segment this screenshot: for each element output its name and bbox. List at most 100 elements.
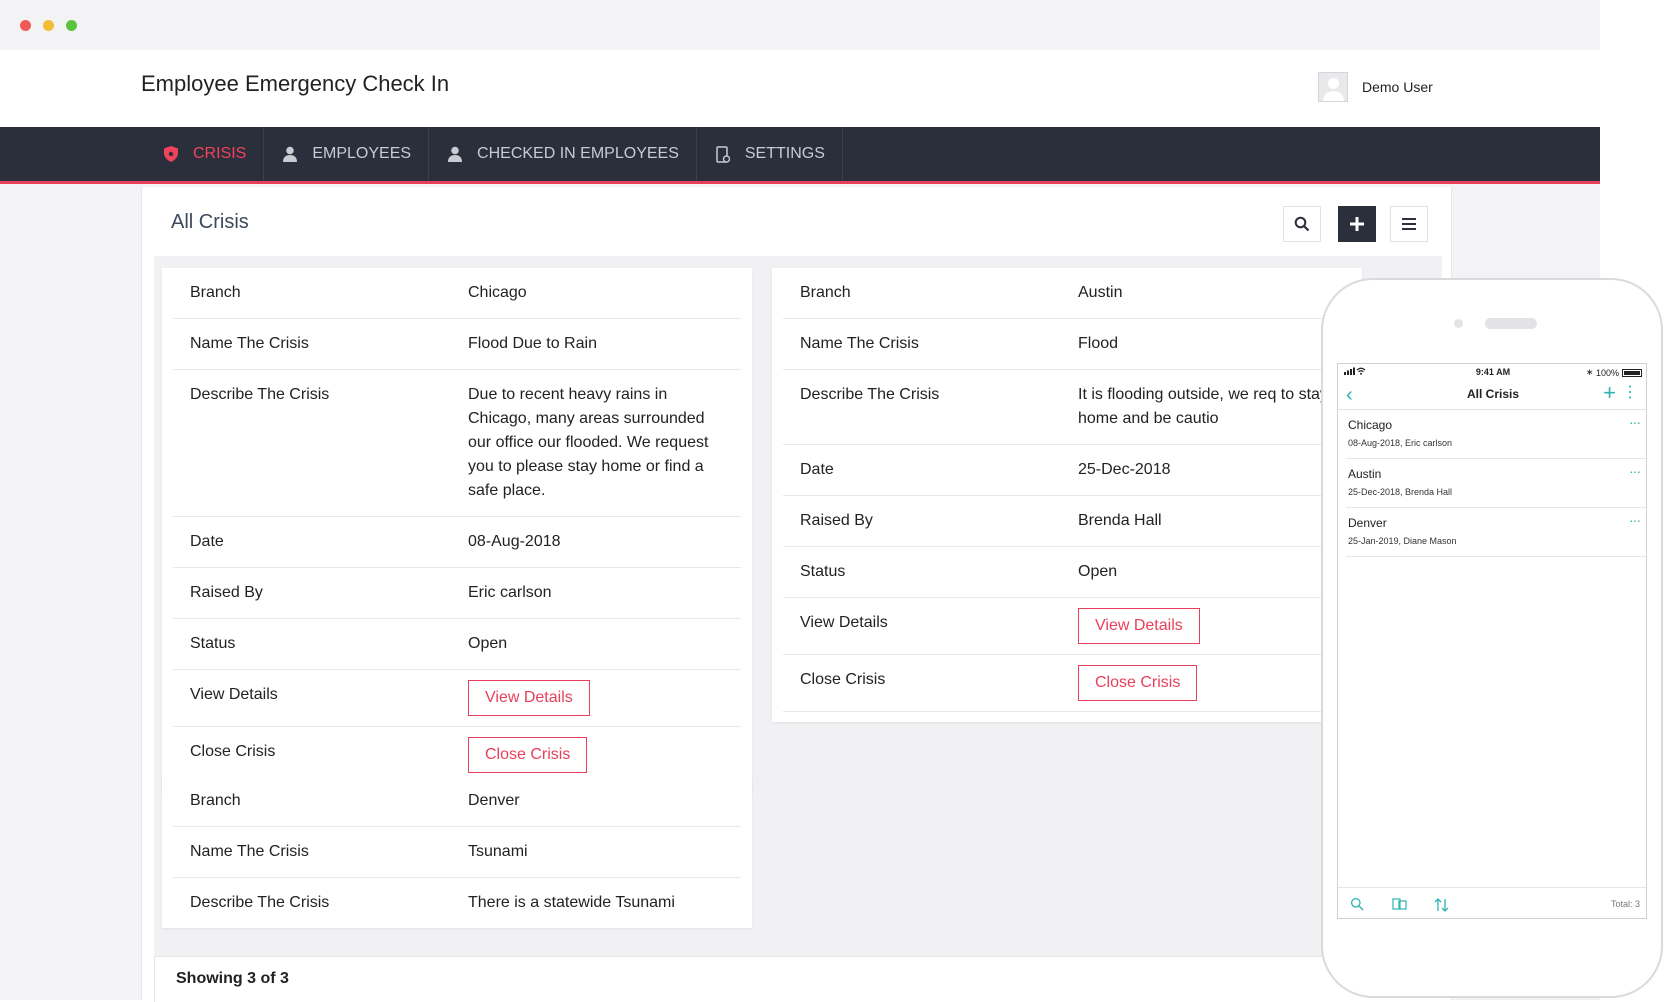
card-row-branch: Branch Denver [173, 776, 741, 827]
field-value: There is a statewide Tsunami [468, 894, 675, 911]
mobile-add-icon[interactable]: + [1603, 382, 1616, 404]
settings-icon [714, 145, 732, 163]
close-crisis-button[interactable]: Close Crisis [468, 737, 588, 773]
field-label: View Details [800, 614, 888, 631]
plus-icon [1350, 217, 1364, 231]
crisis-card: Branch Austin Name The Crisis Flood Descri… [772, 268, 1362, 722]
crisis-card: Branch Chicago Name The Crisis Flood Due t… [162, 268, 752, 794]
main-navbar: CRISIS EMPLOYEES CHECKED IN EMPLOYEES SE… [0, 127, 1600, 184]
phone-camera [1454, 319, 1463, 328]
card-row-name: Name The Crisis Flood [783, 319, 1351, 370]
list-footer: Showing 3 of 3 [154, 956, 1442, 1002]
field-label: Branch [800, 284, 851, 301]
card-row-close-crisis: Close Crisis Close Crisis [783, 655, 1351, 712]
field-label: Branch [190, 284, 241, 301]
card-row-date: Date 25-Dec-2018 [783, 445, 1351, 496]
card-row-describe: Describe The Crisis It is flooding outsid… [783, 370, 1351, 445]
field-value: Austin [1078, 284, 1123, 301]
card-row-branch: Branch Austin [783, 268, 1351, 319]
add-crisis-button[interactable] [1338, 206, 1376, 242]
filter-icon[interactable] [1392, 897, 1408, 913]
nav-label-crisis: CRISIS [193, 145, 247, 162]
window-titlebar [0, 0, 1600, 50]
view-details-button[interactable]: View Details [1078, 608, 1200, 644]
nav-label-employees: EMPLOYEES [312, 145, 412, 162]
field-label: Date [800, 461, 834, 478]
search-button[interactable] [1283, 206, 1321, 242]
mobile-nav-bar: ‹ All Crisis + ⋮ [1338, 380, 1646, 410]
card-row-raised-by: Raised By Eric carlson [173, 568, 741, 619]
field-value: Flood Due to Rain [468, 335, 597, 352]
nav-item-checked-in-employees[interactable]: CHECKED IN EMPLOYEES [429, 127, 697, 181]
battery-status: ∗ 100% [1586, 367, 1642, 378]
list-item[interactable]: Chicago 08-Aug-2018, Eric carlson ··· [1346, 410, 1646, 459]
more-icon[interactable]: ··· [1629, 512, 1641, 528]
nav-item-crisis[interactable]: CRISIS [145, 127, 265, 181]
list-item[interactable]: Austin 25-Dec-2018, Brenda Hall ··· [1346, 459, 1646, 508]
card-row-date: Date 08-Aug-2018 [173, 517, 741, 568]
battery-label: 100% [1595, 367, 1619, 378]
phone-mockup: 9:41 AM ∗ 100% ‹ All Crisis + ⋮ Chicago … [1321, 278, 1663, 998]
field-label: Name The Crisis [190, 843, 309, 860]
card-row-raised-by: Raised By Brenda Hall [783, 496, 1351, 547]
field-label: Close Crisis [190, 743, 276, 760]
maximize-window-button[interactable] [66, 20, 77, 31]
nav-label-settings: SETTINGS [744, 145, 825, 162]
battery-icon [1622, 368, 1642, 377]
more-icon[interactable]: ··· [1629, 463, 1641, 479]
list-item-city: Austin [1348, 467, 1382, 481]
kebab-menu-icon[interactable]: ⋮ [1622, 383, 1638, 403]
menu-button[interactable] [1390, 206, 1428, 242]
user-name: Demo User [1362, 79, 1433, 95]
nav-item-settings[interactable]: SETTINGS [697, 127, 843, 181]
user-menu[interactable]: Demo User [1318, 72, 1433, 102]
person-icon [446, 145, 464, 163]
card-row-status: Status Open [783, 547, 1351, 598]
card-row-describe: Describe The Crisis Due to recent heavy r… [173, 370, 741, 517]
card-row-branch: Branch Chicago [173, 268, 741, 319]
minimize-window-button[interactable] [43, 20, 54, 31]
view-details-button[interactable]: View Details [468, 680, 590, 716]
list-item[interactable]: Denver 25-Jan-2019, Diane Mason ··· [1346, 508, 1646, 557]
person-icon [281, 145, 299, 163]
field-value: Due to recent heavy rains in Chicago, ma… [468, 386, 709, 499]
app-header: Employee Emergency Check In Demo User [0, 50, 1600, 127]
crisis-card: Branch Denver Name The Crisis Tsunami Desc… [162, 776, 752, 928]
card-row-status: Status Open [173, 619, 741, 670]
mobile-crisis-list: Chicago 08-Aug-2018, Eric carlson ··· Au… [1338, 410, 1646, 557]
app-title: Employee Emergency Check In [141, 71, 450, 96]
field-label: Name The Crisis [190, 335, 309, 352]
field-label: Raised By [800, 512, 873, 529]
nav-item-employees[interactable]: EMPLOYEES [264, 127, 430, 181]
field-value: Chicago [468, 284, 527, 301]
close-window-button[interactable] [20, 20, 31, 31]
list-item-meta: 08-Aug-2018, Eric carlson [1348, 438, 1453, 448]
field-value: 25-Dec-2018 [1078, 461, 1171, 478]
card-row-view-details: View Details View Details [783, 598, 1351, 655]
field-value: 08-Aug-2018 [468, 533, 561, 550]
field-value: It is flooding outside, we req to stay h… [1078, 386, 1328, 427]
field-label: Describe The Crisis [800, 386, 940, 403]
more-icon[interactable]: ··· [1629, 414, 1641, 430]
shield-icon [162, 145, 180, 163]
sort-icon[interactable] [1434, 897, 1450, 913]
field-label: Branch [190, 792, 241, 809]
mobile-page-title: All Crisis [1466, 387, 1520, 401]
field-value: Brenda Hall [1078, 512, 1162, 529]
field-value: Flood [1078, 335, 1119, 352]
mobile-bottom-bar: Total: 3 [1338, 887, 1646, 918]
bluetooth-icon: ∗ [1585, 367, 1594, 377]
nav-label-checked-in: CHECKED IN EMPLOYEES [477, 145, 679, 162]
close-crisis-button[interactable]: Close Crisis [1078, 665, 1198, 701]
card-row-name: Name The Crisis Flood Due to Rain [173, 319, 741, 370]
mobile-status-bar: 9:41 AM ∗ 100% [1338, 364, 1646, 380]
phone-speaker [1485, 318, 1537, 329]
avatar [1318, 72, 1348, 102]
field-label: View Details [190, 686, 278, 703]
field-label: Close Crisis [800, 671, 886, 688]
field-label: Status [800, 563, 846, 580]
field-value: Denver [468, 792, 520, 809]
search-icon[interactable] [1350, 897, 1366, 913]
search-icon [1294, 216, 1310, 232]
list-item-city: Chicago [1348, 418, 1393, 432]
